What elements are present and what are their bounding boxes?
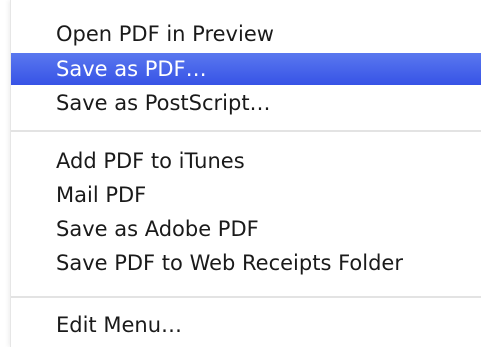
menu-separator	[11, 296, 481, 298]
menu-item-open-pdf-in-preview[interactable]: Open PDF in Preview	[11, 18, 481, 50]
menu-item-save-as-pdf[interactable]: Save as PDF…	[11, 53, 481, 85]
pdf-menu: Open PDF in Preview Save as PDF… Save as…	[10, 0, 481, 347]
menu-item-add-pdf-to-itunes[interactable]: Add PDF to iTunes	[11, 145, 481, 177]
menu-item-save-as-adobe-pdf[interactable]: Save as Adobe PDF	[11, 213, 481, 245]
menu-item-save-pdf-to-web-receipts-folder[interactable]: Save PDF to Web Receipts Folder	[11, 247, 481, 279]
menu-item-edit-menu[interactable]: Edit Menu…	[11, 309, 481, 341]
menu-separator	[11, 130, 481, 132]
menu-item-save-as-postscript[interactable]: Save as PostScript…	[11, 87, 481, 119]
menu-item-mail-pdf[interactable]: Mail PDF	[11, 179, 481, 211]
